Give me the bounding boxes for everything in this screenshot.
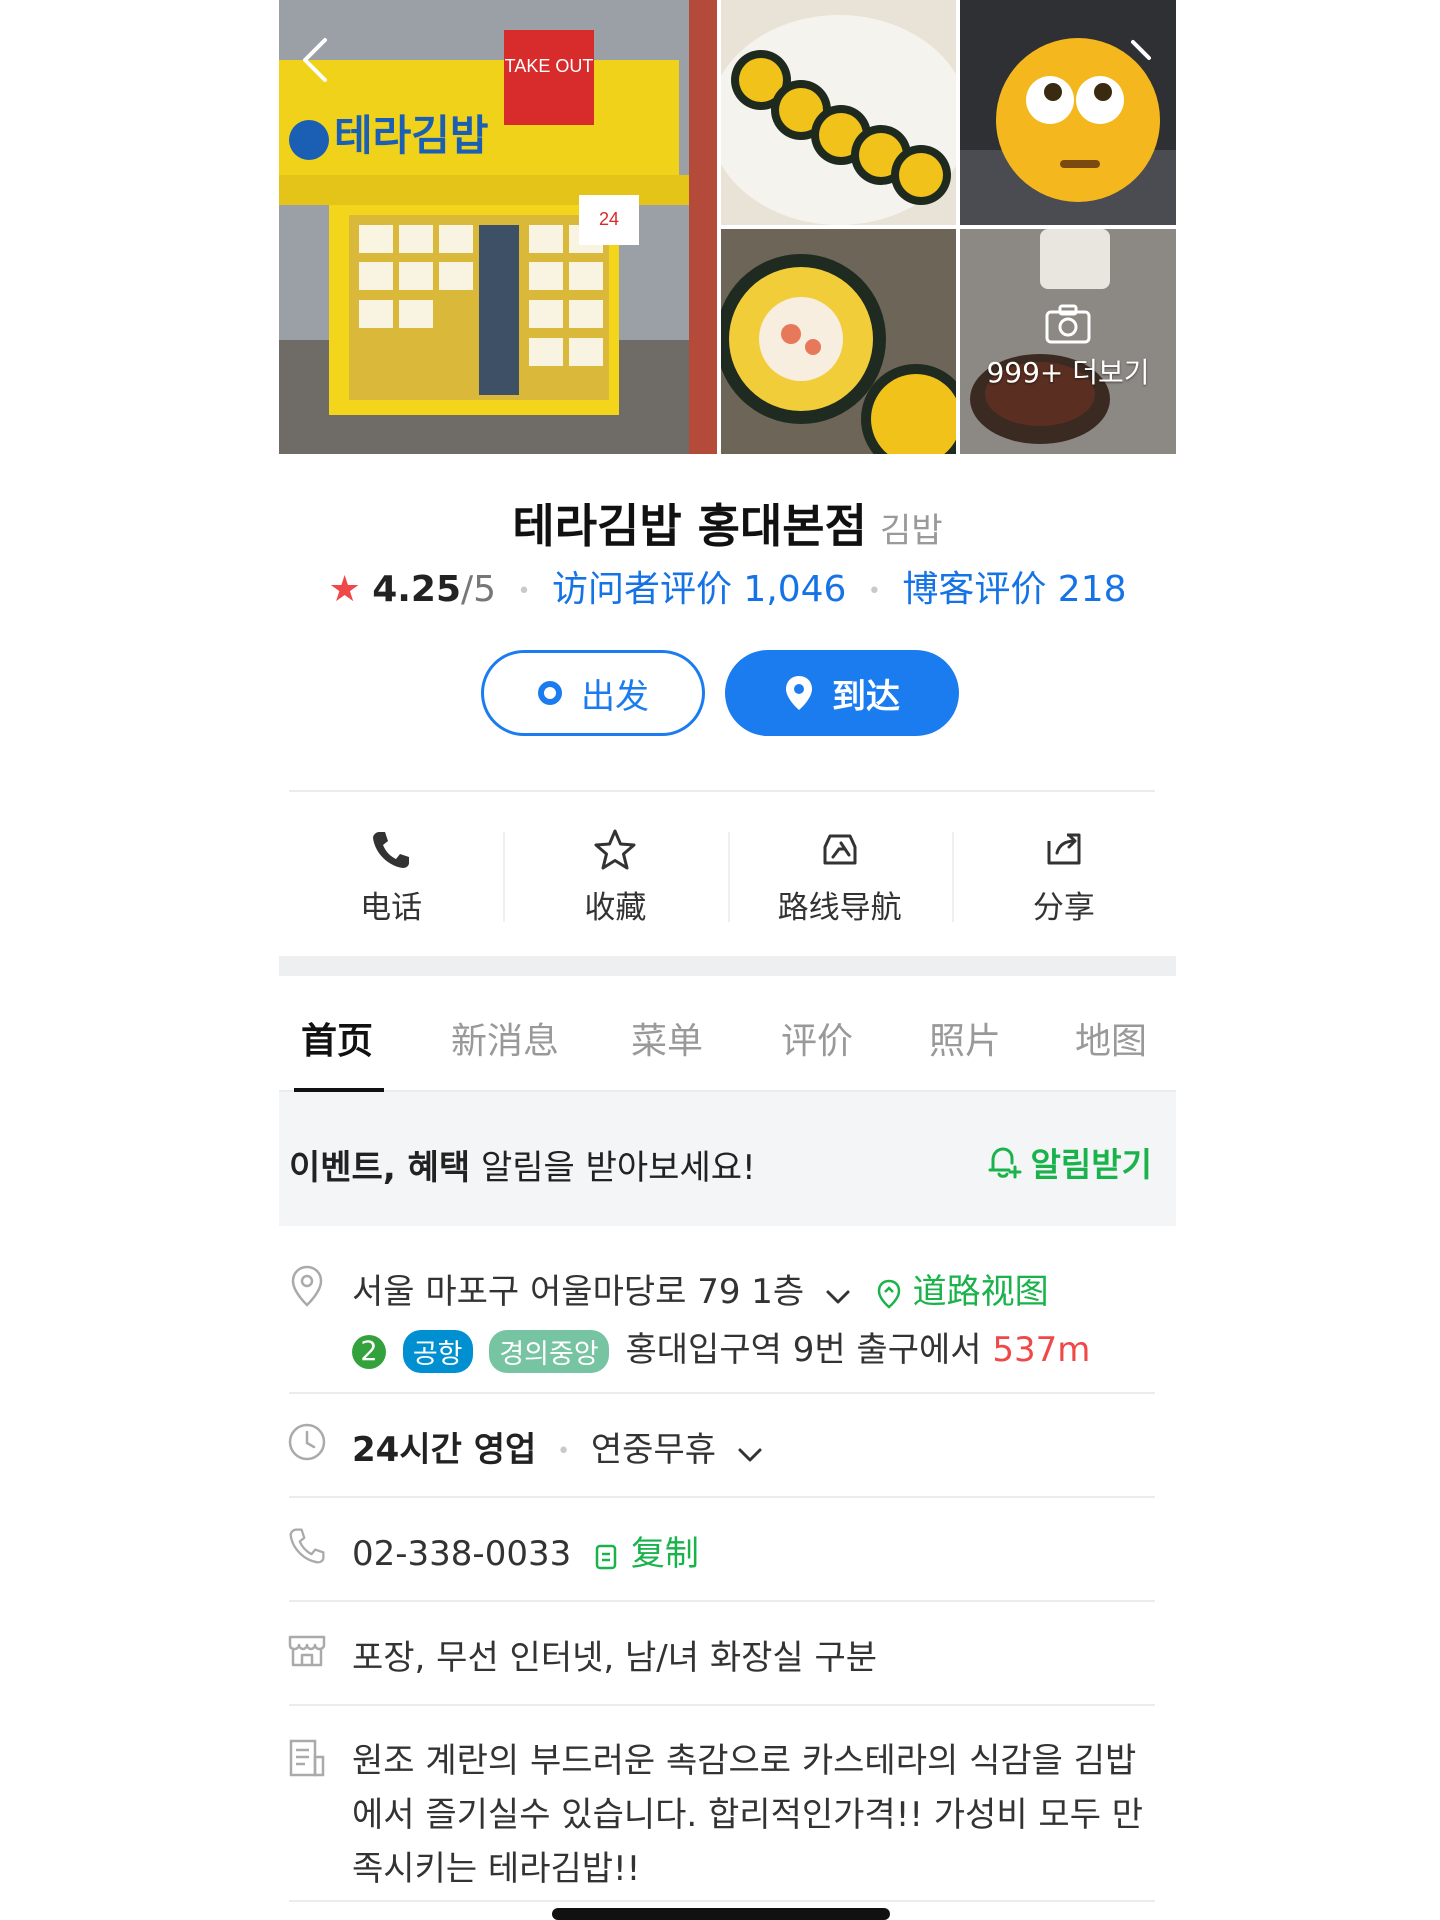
phone-row: 02-338-0033 复制 [352,1526,699,1575]
divider [289,790,1155,792]
separator-dot: • [867,578,881,604]
rating-star-icon: ★ [328,569,361,610]
save-action[interactable]: 收藏 [503,812,727,940]
divider [289,1900,1155,1902]
bell-plus-icon [988,1147,1022,1179]
separator-dot: • [557,1439,571,1464]
place-category: 김밥 [880,511,943,551]
rating-max: /5 [461,569,497,610]
call-label: 电话 [360,889,423,926]
phone-number[interactable]: 02-338-0033 [352,1534,571,1574]
location-pin-icon [285,1264,329,1308]
amenities-text: 포장, 무선 인터넷, 남/녀 화장실 구분 [352,1638,878,1678]
road-view-link[interactable]: 道路视图 [876,1272,1049,1312]
more-photos-button[interactable]: 999+ 더보기 [960,229,1176,454]
tab-photos[interactable]: 照片 [929,1012,1001,1064]
section-gap [279,956,1176,976]
store-icon [285,1628,329,1672]
hours-row[interactable]: 24시간 영업 • 연중무휴 [352,1422,763,1472]
address-row: 서울 마포구 어울마당로 79 1층 道路视图 [352,1264,1049,1314]
share-action[interactable]: 分享 [951,812,1176,940]
action-bar: 电话 收藏 路线导航 分享 [279,812,1176,940]
phone-icon [285,1524,329,1568]
tab-news[interactable]: 新消息 [451,1012,559,1064]
svg-text:TAKE OUT: TAKE OUT [505,56,594,76]
tab-bar: 首页 新消息 菜单 评价 照片 地图 [279,976,1176,1093]
save-label: 收藏 [584,889,647,926]
navigation-action[interactable]: 路线导航 [727,812,952,940]
notification-banner: 이벤트, 혜택 알림을 받아보세요! 알림받기 [279,1092,1176,1226]
close-icon[interactable] [1095,30,1155,90]
svg-text:테라김밥: 테라김밥 [334,111,489,160]
rating-row: ★ 4.25/5 • 访问者评价 1,046 • 博客评价 218 [279,560,1176,612]
airport-line-badge: 공항 [402,1330,473,1373]
more-photos-label: 999+ 더보기 [986,355,1150,389]
gyeongui-line-badge: 경의중앙 [489,1330,609,1373]
visitor-reviews-link[interactable]: 访问者评价 1,046 [552,569,847,610]
share-label: 分享 [1032,889,1095,926]
depart-button[interactable]: 出发 [481,650,705,736]
divider [289,1600,1155,1602]
road-view-pin-icon [877,1279,901,1309]
divider [289,1496,1155,1498]
home-indicator[interactable] [552,1908,890,1920]
hours-extra: 연중무휴 [590,1430,717,1470]
tab-home[interactable]: 首页 [301,1012,373,1064]
star-icon [591,826,639,874]
car-route-icon [816,826,864,874]
tab-reviews[interactable]: 评价 [781,1012,853,1064]
phone-icon [367,826,415,874]
tab-menu[interactable]: 菜单 [631,1012,703,1064]
divider [289,1704,1155,1706]
blog-reviews-link[interactable]: 博客评价 218 [902,569,1126,610]
call-action[interactable]: 电话 [279,812,503,940]
copy-icon [595,1544,617,1569]
photo-gallery[interactable]: TAKE OUT 24 테라김밥 999+ 더보기 [279,0,1176,454]
location-pin-icon [784,674,814,712]
place-name: 테라김밥 홍대본점 [512,499,867,553]
depart-label: 出发 [581,676,649,717]
camera-icon [1044,303,1092,345]
subway-row: 2 공항 경의중앙 홍대입구역 9번 출구에서 537m [352,1322,1090,1373]
storefront-photo[interactable]: TAKE OUT 24 테라김밥 [279,0,717,454]
chevron-down-icon[interactable] [825,1274,851,1314]
station-text: 홍대입구역 9번 출구에서 [625,1330,982,1370]
clock-icon [285,1420,329,1464]
place-detail-screen: TAKE OUT 24 테라김밥 999+ 더보기 테라김밥 홍대본점 김밥 ★… [279,0,1176,1920]
back-button[interactable] [291,30,341,90]
tab-map[interactable]: 地图 [1075,1012,1147,1064]
rating-score: 4.25 [372,569,462,610]
subscribe-alerts-button[interactable]: 알림받기 [985,1138,1152,1186]
copy-button[interactable]: 复制 [594,1534,699,1574]
arrive-label: 到达 [832,676,900,717]
navigation-label: 路线导航 [777,889,902,926]
subway-line-badge: 2 [352,1334,386,1369]
separator-dot: • [517,578,531,604]
svg-text:24: 24 [599,209,619,229]
kimbap-photo[interactable] [721,0,956,225]
document-icon [285,1736,329,1780]
share-icon [1040,826,1088,874]
divider [289,1392,1155,1394]
distance-text: 537m [992,1330,1091,1370]
kimbap-closeup-photo[interactable] [721,229,956,454]
arrive-button[interactable]: 到达 [725,650,959,736]
notification-text: 이벤트, 혜택 알림을 받아보세요! [289,1148,756,1188]
place-description: 원조 계란의 부드러운 촉감으로 카스테라의 식감을 김밥에서 즐기실수 있습니… [352,1741,1144,1889]
hours-status: 24시간 영업 [352,1430,537,1470]
address-text[interactable]: 서울 마포구 어울마당로 79 1층 [352,1272,804,1312]
origin-dot-icon [537,680,563,706]
chevron-down-icon[interactable] [737,1432,763,1472]
place-title-row: 테라김밥 홍대본점 김밥 [279,490,1176,556]
subscribe-alerts-label: 알림받기 [1030,1145,1152,1184]
